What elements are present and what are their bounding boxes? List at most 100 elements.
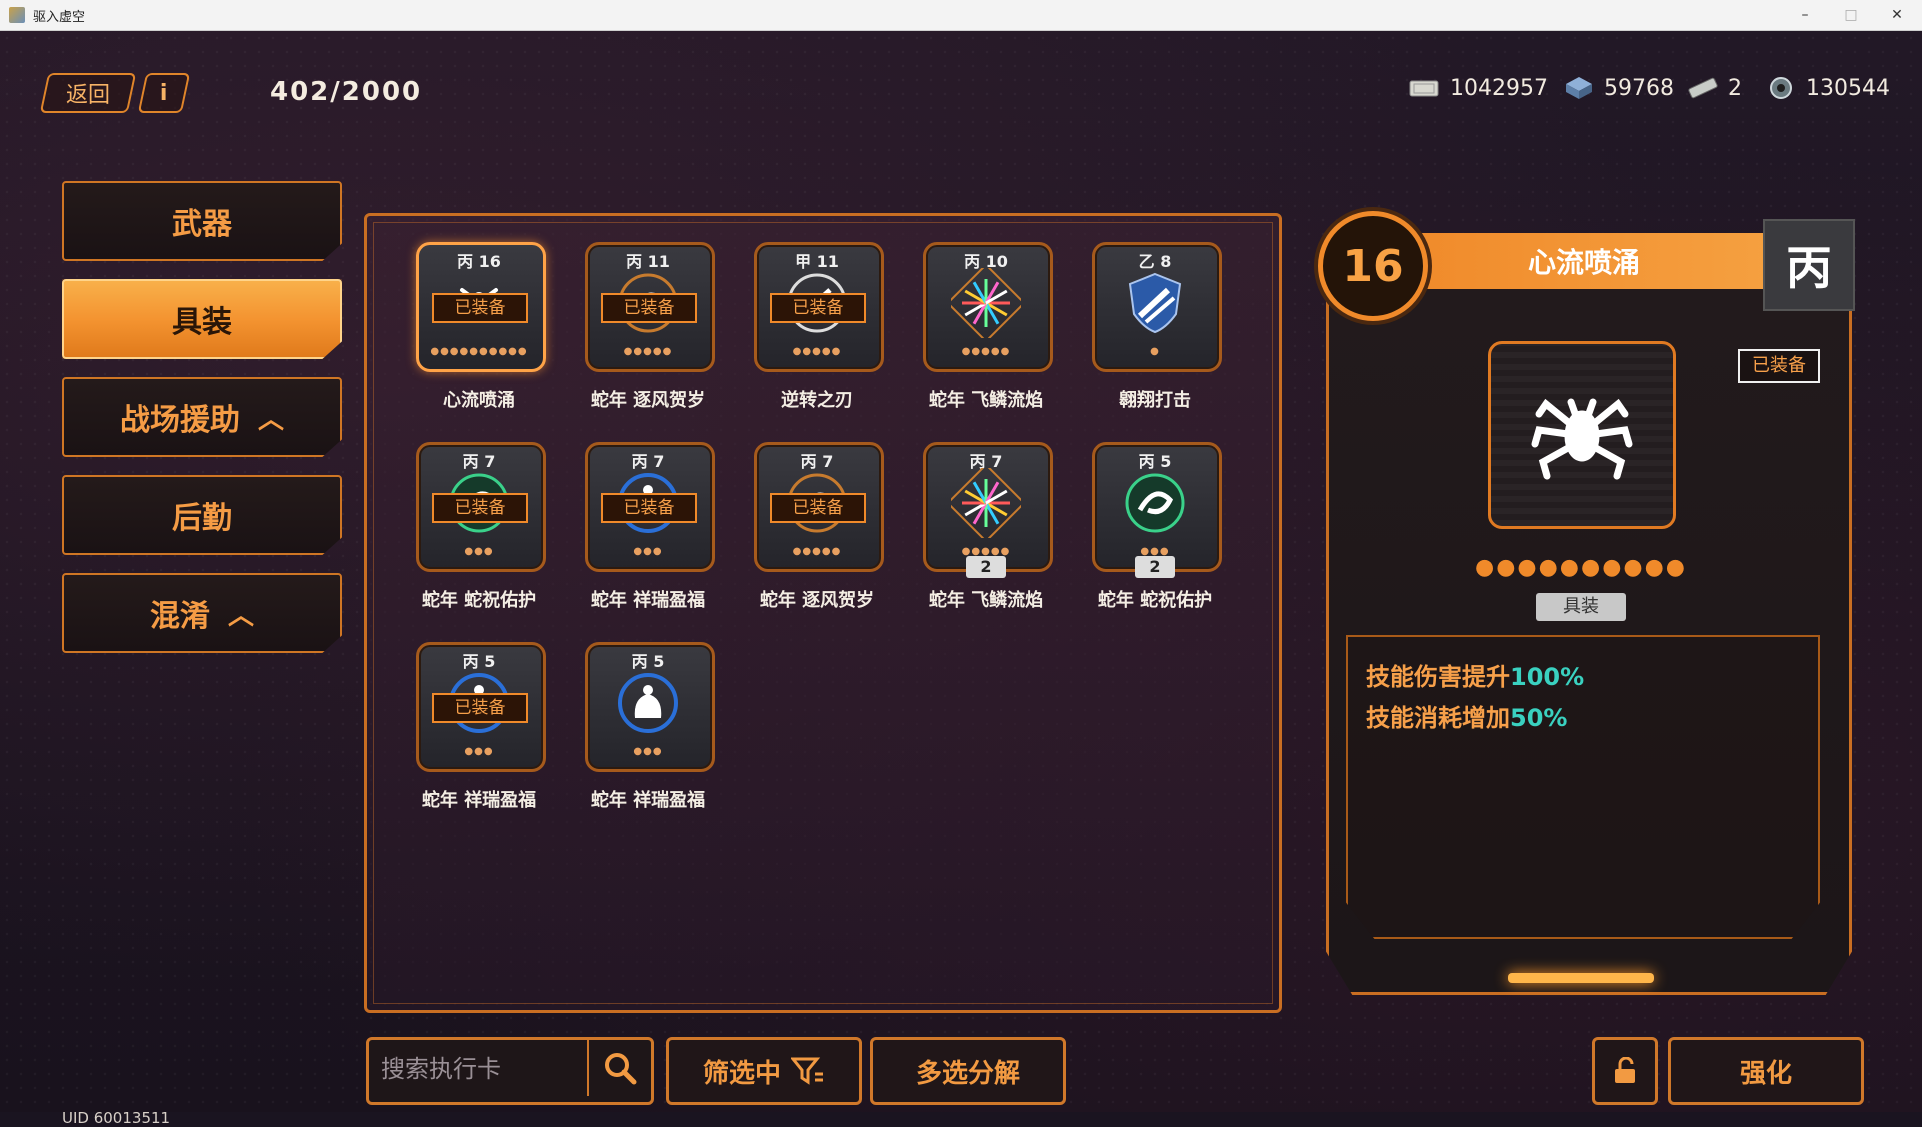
gear-card[interactable]: 丙 5 ●●● xyxy=(583,638,715,772)
card-name: 蛇年 逐风贺岁 xyxy=(590,390,706,411)
equipped-badge: 已装备 xyxy=(770,493,866,523)
ticket-icon xyxy=(1688,77,1718,99)
card-name: 蛇年 祥瑞盈福 xyxy=(590,790,706,811)
resource-cash: 1042957 xyxy=(1408,75,1548,101)
detail-title: 心流喷涌 xyxy=(1398,233,1770,289)
multi-dismantle-button[interactable]: 多选分解 xyxy=(870,1037,1066,1105)
spider-icon xyxy=(1531,398,1633,480)
resource-cash-value: 1042957 xyxy=(1450,75,1548,101)
minimize-button[interactable]: – xyxy=(1782,0,1828,30)
sidebar-item-gear[interactable]: 具装 xyxy=(62,279,342,359)
effect-value: 100% xyxy=(1510,663,1585,691)
game-viewport: 返回 i 402/2000 1042957 59768 2 130544 武器 … xyxy=(0,31,1922,1127)
card-name: 蛇年 蛇祝佑护 xyxy=(1097,590,1213,611)
card-name: 蛇年 祥瑞盈福 xyxy=(590,590,706,611)
close-button[interactable]: ✕ xyxy=(1874,0,1920,30)
card-name: 蛇年 蛇祝佑护 xyxy=(421,590,537,611)
detail-level-badge: 16 xyxy=(1318,211,1428,321)
search-icon xyxy=(605,1053,637,1085)
window-title: 驱入虚空 xyxy=(33,9,86,25)
detail-card-art xyxy=(1488,341,1676,529)
upgrade-button[interactable]: 强化 xyxy=(1668,1037,1864,1105)
gear-card[interactable]: 丙 5 已装备 ●●● xyxy=(414,638,546,772)
filter-label: 筛选中 xyxy=(702,1058,781,1089)
gear-card[interactable]: 丙 7 已装备 ●●●●● xyxy=(752,438,884,572)
effect-line: 技能伤害提升100% xyxy=(1366,657,1818,692)
effect-text: 技能伤害提升 xyxy=(1366,663,1510,691)
card-name: 蛇年 祥瑞盈福 xyxy=(421,790,537,811)
resource-ticket: 2 xyxy=(1686,75,1742,101)
gear-card[interactable]: 丙 7 已装备 ●●● xyxy=(414,438,546,572)
sidebar-item-label: 混淆 xyxy=(149,599,210,634)
info-button[interactable]: i xyxy=(137,73,191,113)
card-detail-panel: 心流喷涌 16 丙 已装备 ●●●●●●●●●● 具装 技能伤害提升100% 技… xyxy=(1318,211,1855,995)
back-button[interactable]: 返回 xyxy=(39,73,137,113)
search-box xyxy=(366,1037,654,1105)
sidebar-item-label: 具装 xyxy=(172,305,232,340)
missile-icon xyxy=(1128,272,1182,334)
card-star-dots: ●●●●● xyxy=(961,346,1011,357)
resource-parts-value: 130544 xyxy=(1806,75,1890,101)
effect-value: 50% xyxy=(1510,704,1568,732)
unlock-icon xyxy=(1615,1057,1635,1083)
info-icon: i xyxy=(160,80,168,106)
inventory-capacity: 402/2000 xyxy=(270,77,423,107)
gear-card[interactable]: 丙 5 ●●● 2 xyxy=(1090,438,1222,578)
card-star-dots: ●●● xyxy=(633,546,663,557)
search-input[interactable] xyxy=(369,1040,587,1098)
crystal-icon xyxy=(1566,77,1592,99)
resource-crystal: 59768 xyxy=(1562,75,1674,101)
card-count: 2 xyxy=(1135,556,1175,578)
chevron-up-icon: ︿ xyxy=(227,600,254,631)
gear-card[interactable]: 丙 7 已装备 ●●● xyxy=(583,438,715,572)
gear-card[interactable]: 丙 7 ●●●●● 2 xyxy=(921,438,1053,578)
equipped-badge: 已装备 xyxy=(432,693,528,723)
equipped-badge: 已装备 xyxy=(601,493,697,523)
filter-button[interactable]: 筛选中 xyxy=(666,1037,862,1105)
gear-card[interactable]: 甲 11 已装备 ●●●●● xyxy=(752,238,884,372)
sidebar-item-battle-support[interactable]: 战场援助 ︿ xyxy=(62,377,342,457)
lock-button[interactable] xyxy=(1592,1037,1658,1105)
card-count: 2 xyxy=(966,556,1006,578)
equipped-badge: 已装备 xyxy=(432,293,528,323)
window-titlebar: 驱入虚空 – □ ✕ xyxy=(0,0,1922,31)
sidebar-item-weapon[interactable]: 武器 xyxy=(62,181,342,261)
card-star-dots: ●●●●● xyxy=(623,346,673,357)
firework-icon xyxy=(951,268,1021,338)
resource-crystal-value: 59768 xyxy=(1604,75,1674,101)
equipped-badge: 已装备 xyxy=(432,493,528,523)
resource-ticket-value: 2 xyxy=(1728,75,1742,101)
card-star-dots: ●●●●● xyxy=(792,346,842,357)
sidebar-item-label: 战场援助 xyxy=(119,403,240,438)
filter-icon xyxy=(791,1057,823,1085)
card-name: 逆转之刃 xyxy=(781,390,853,411)
detail-category-tag: 具装 xyxy=(1536,593,1626,621)
bag-icon xyxy=(618,673,678,733)
equipped-badge: 已装备 xyxy=(601,293,697,323)
effect-text: 技能消耗增加 xyxy=(1366,704,1510,732)
cash-icon xyxy=(1409,80,1439,97)
card-name: 蛇年 飞鳞流焰 xyxy=(928,590,1044,611)
card-star-dots: ●●● xyxy=(464,746,494,757)
resource-parts: 130544 xyxy=(1764,75,1890,101)
detail-glow-bar xyxy=(1508,973,1654,983)
sidebar-item-obfuscate[interactable]: 混淆 ︿ xyxy=(62,573,342,653)
chevron-up-icon: ︿ xyxy=(257,404,284,435)
card-name: 翱翔打击 xyxy=(1119,390,1191,411)
card-star-dots: ●●●●● xyxy=(792,546,842,557)
gear-card[interactable]: 丙 10 ●●●●● xyxy=(921,238,1053,372)
card-name: 心流喷涌 xyxy=(443,390,515,411)
card-star-dots: ● xyxy=(1150,346,1160,357)
search-button[interactable] xyxy=(587,1040,651,1096)
sidebar-item-logistics[interactable]: 后勤 xyxy=(62,475,342,555)
equipped-badge: 已装备 xyxy=(770,293,866,323)
gear-part-icon xyxy=(1770,77,1792,99)
maximize-button[interactable]: □ xyxy=(1828,0,1874,30)
gear-card[interactable]: 丙 16 已装备 ●●●●●●●●●● xyxy=(414,238,546,372)
gear-card[interactable]: 乙 8 ● xyxy=(1090,238,1222,372)
card-star-dots: ●●● xyxy=(464,546,494,557)
firework-icon xyxy=(951,468,1021,538)
detail-equipped-badge: 已装备 xyxy=(1738,349,1820,383)
card-name: 蛇年 飞鳞流焰 xyxy=(928,390,1044,411)
gear-card[interactable]: 丙 11 已装备 ●●●●● xyxy=(583,238,715,372)
